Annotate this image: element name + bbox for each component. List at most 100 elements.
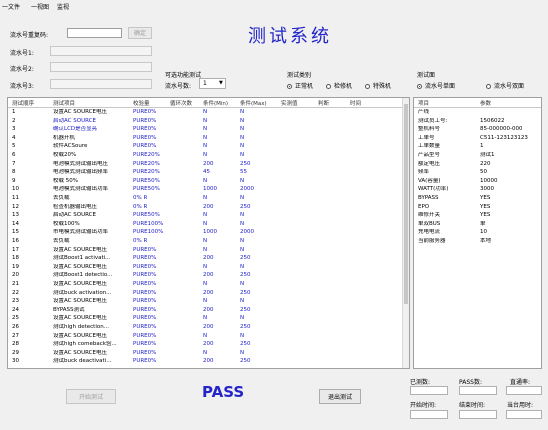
- test-side-title: 测试面: [417, 72, 436, 79]
- start-test-button[interactable]: 开始测试: [66, 389, 116, 404]
- table-row[interactable]: 8 电池模式测试输出频率 PURE20% 45 55: [8, 169, 403, 176]
- table-row[interactable]: 3 确认LCD是否显亮 PURE0% N N: [8, 126, 403, 133]
- table-row[interactable]: 15 市电模式测试输出功率 PURE100% 1000 2000: [8, 229, 403, 236]
- table-row[interactable]: 28 测试high comeback验... PURE0% 200 250: [8, 341, 403, 348]
- param-value: YES: [480, 203, 491, 210]
- table-row[interactable]: 5 软件ACSoure PURE0% N N: [8, 143, 403, 150]
- table-row[interactable]: 2 启动AC SOURCE PURE0% N N: [8, 118, 403, 125]
- table-cell: 21: [12, 281, 19, 287]
- serial-1-input[interactable]: [50, 46, 152, 56]
- table-row[interactable]: 13 启动AC SOURCE PURE50% N N: [8, 212, 403, 219]
- table-row[interactable]: 24 BYPASS测试 PURE0% 200 250: [8, 307, 403, 314]
- table-row[interactable]: 23 设置AC SOURCE电压 PURE0% N N: [8, 298, 403, 305]
- exit-test-button[interactable]: 退出测试: [319, 389, 361, 404]
- table-row[interactable]: 10 电池模式测试输出功率 PURE50% 1000 2000: [8, 186, 403, 193]
- table-row[interactable]: 18 测试Boost1 activati... PURE0% 200 250: [8, 255, 403, 262]
- param-key: 维修开关: [418, 212, 441, 219]
- table-row[interactable]: 4 机器开机 PURE0% N N: [8, 135, 403, 142]
- confirm-button[interactable]: 确定: [128, 27, 152, 39]
- table-cell: 19: [12, 263, 19, 270]
- param-row[interactable]: VA(容量) 10000: [414, 178, 539, 185]
- table-cell: 20: [12, 272, 19, 279]
- param-row[interactable]: 充电电流 10: [414, 229, 539, 236]
- param-row[interactable]: 额定电压 220: [414, 161, 539, 168]
- serial-main-input[interactable]: [67, 28, 122, 38]
- radio-special[interactable]: 特殊机: [365, 81, 391, 90]
- param-value: 10000: [480, 177, 498, 184]
- serial-3-input[interactable]: [50, 79, 152, 89]
- serial-count-select[interactable]: 1 ▼: [199, 78, 226, 89]
- param-value: 本地: [480, 238, 492, 244]
- param-key: 频率: [418, 169, 430, 176]
- radio-repair[interactable]: 检修机: [326, 81, 352, 90]
- radio-single-side[interactable]: 流水号单面: [417, 81, 455, 90]
- table-cell: PURE20%: [133, 169, 160, 176]
- table-cell: N: [203, 117, 208, 124]
- table-cell: N: [240, 220, 245, 227]
- param-row[interactable]: 工单号 C511-123123123: [414, 135, 539, 142]
- table-cell: N: [240, 109, 245, 115]
- table-cell: N: [203, 177, 208, 184]
- serial-2-input[interactable]: [50, 62, 152, 72]
- table-row[interactable]: 26 测试high detection... PURE0% 200 250: [8, 324, 403, 331]
- menu-monitor[interactable]: 监视: [57, 2, 69, 11]
- table-row[interactable]: 11 去负载 0% R N N: [8, 195, 403, 202]
- scrollbar-thumb[interactable]: [404, 104, 408, 304]
- table-row[interactable]: 12 检查机器输出电压 0% R 200 250: [8, 204, 403, 211]
- table-row[interactable]: 9 校载 50% PURE50% N N: [8, 178, 403, 185]
- table-cell: N: [240, 281, 245, 287]
- param-row[interactable]: BYPASS YES: [414, 195, 539, 202]
- table-cell: 250: [240, 324, 251, 330]
- table-row[interactable]: 30 测试buck deactivati... PURE0% 200 250: [8, 358, 403, 365]
- param-row[interactable]: 产品型号 测试1: [414, 152, 539, 159]
- param-row[interactable]: 工单数量 1: [414, 143, 539, 150]
- table-cell: 设置AC SOURCE电压: [53, 263, 107, 270]
- table-scrollbar[interactable]: [402, 98, 409, 368]
- table-cell: 去负载: [53, 238, 70, 244]
- table-row[interactable]: 16 去负载 0% R N N: [8, 238, 403, 245]
- param-row[interactable]: 整机料号 85-000000-000: [414, 126, 539, 133]
- param-key: 工单号: [418, 134, 435, 141]
- table-row[interactable]: 22 测试buck activation... PURE0% 200 250: [8, 290, 403, 297]
- table-row[interactable]: 14 校载100% PURE100% N N: [8, 221, 403, 228]
- table-row[interactable]: 6 校载20% PURE20% N N: [8, 152, 403, 159]
- table-row[interactable]: 27 设置AC SOURCE电压 PURE0% N N: [8, 333, 403, 340]
- table-row[interactable]: 19 设置AC SOURCE电压 PURE0% N N: [8, 264, 403, 271]
- param-row[interactable]: 产线: [414, 109, 539, 116]
- table-cell: PURE50%: [133, 186, 160, 193]
- table-cell: 250: [240, 160, 251, 167]
- param-row[interactable]: 当前服务器 本地: [414, 238, 539, 245]
- table-cell: 机器开机: [53, 134, 76, 141]
- table-row[interactable]: 1 设置AC SOURCE电压 PURE0% N N: [8, 109, 403, 116]
- table-cell: 55: [240, 169, 247, 176]
- table-cell: 确认LCD是否显亮: [53, 126, 98, 133]
- param-row[interactable]: WATT(功率) 3000: [414, 186, 539, 193]
- table-row[interactable]: 17 设置AC SOURCE电压 PURE0% N N: [8, 247, 403, 254]
- table-row[interactable]: 20 测试Boost1 detectio... PURE0% 200 250: [8, 272, 403, 279]
- table-cell: 校载 50%: [53, 177, 78, 184]
- table-cell: N: [203, 263, 208, 270]
- table-cell: PURE0%: [133, 315, 157, 322]
- table-row[interactable]: 21 设置AC SOURCE电压 PURE0% N N: [8, 281, 403, 288]
- param-row[interactable]: 测试员工号: 1506022: [414, 118, 539, 125]
- test-table[interactable]: 测试顺序 测试项目 校验量 循环次数 条件(Min) 条件(Max) 实测值 判…: [7, 97, 410, 369]
- radio-normal[interactable]: 正常机: [287, 81, 313, 90]
- menu-view[interactable]: 一视图: [31, 2, 49, 11]
- menu-file[interactable]: 一文件: [2, 2, 20, 11]
- start-time-field: [410, 410, 448, 419]
- params-table[interactable]: 项目 参数 产线 测试员工号: 1506022 整机料号 85-000000-000 工单…: [413, 97, 542, 369]
- table-cell: PURE0%: [133, 332, 157, 339]
- table-row[interactable]: 7 电池模式测试输出电压 PURE20% 200 250: [8, 161, 403, 168]
- param-value: 3000: [480, 186, 494, 193]
- param-value: 单: [480, 220, 486, 227]
- param-row[interactable]: EPO YES: [414, 204, 539, 211]
- radio-icon: [417, 84, 422, 89]
- param-row[interactable]: 频率 50: [414, 169, 539, 176]
- param-row[interactable]: 单双BUS 单: [414, 221, 539, 228]
- table-cell: 200: [203, 306, 214, 313]
- table-row[interactable]: 25 设置AC SOURCE电压 PURE0% N N: [8, 315, 403, 322]
- table-cell: 13: [12, 212, 19, 219]
- param-row[interactable]: 维修开关 YES: [414, 212, 539, 219]
- table-row[interactable]: 29 设置AC SOURCE电压 PURE0% N N: [8, 350, 403, 357]
- radio-double-side[interactable]: 流水号双面: [486, 81, 524, 90]
